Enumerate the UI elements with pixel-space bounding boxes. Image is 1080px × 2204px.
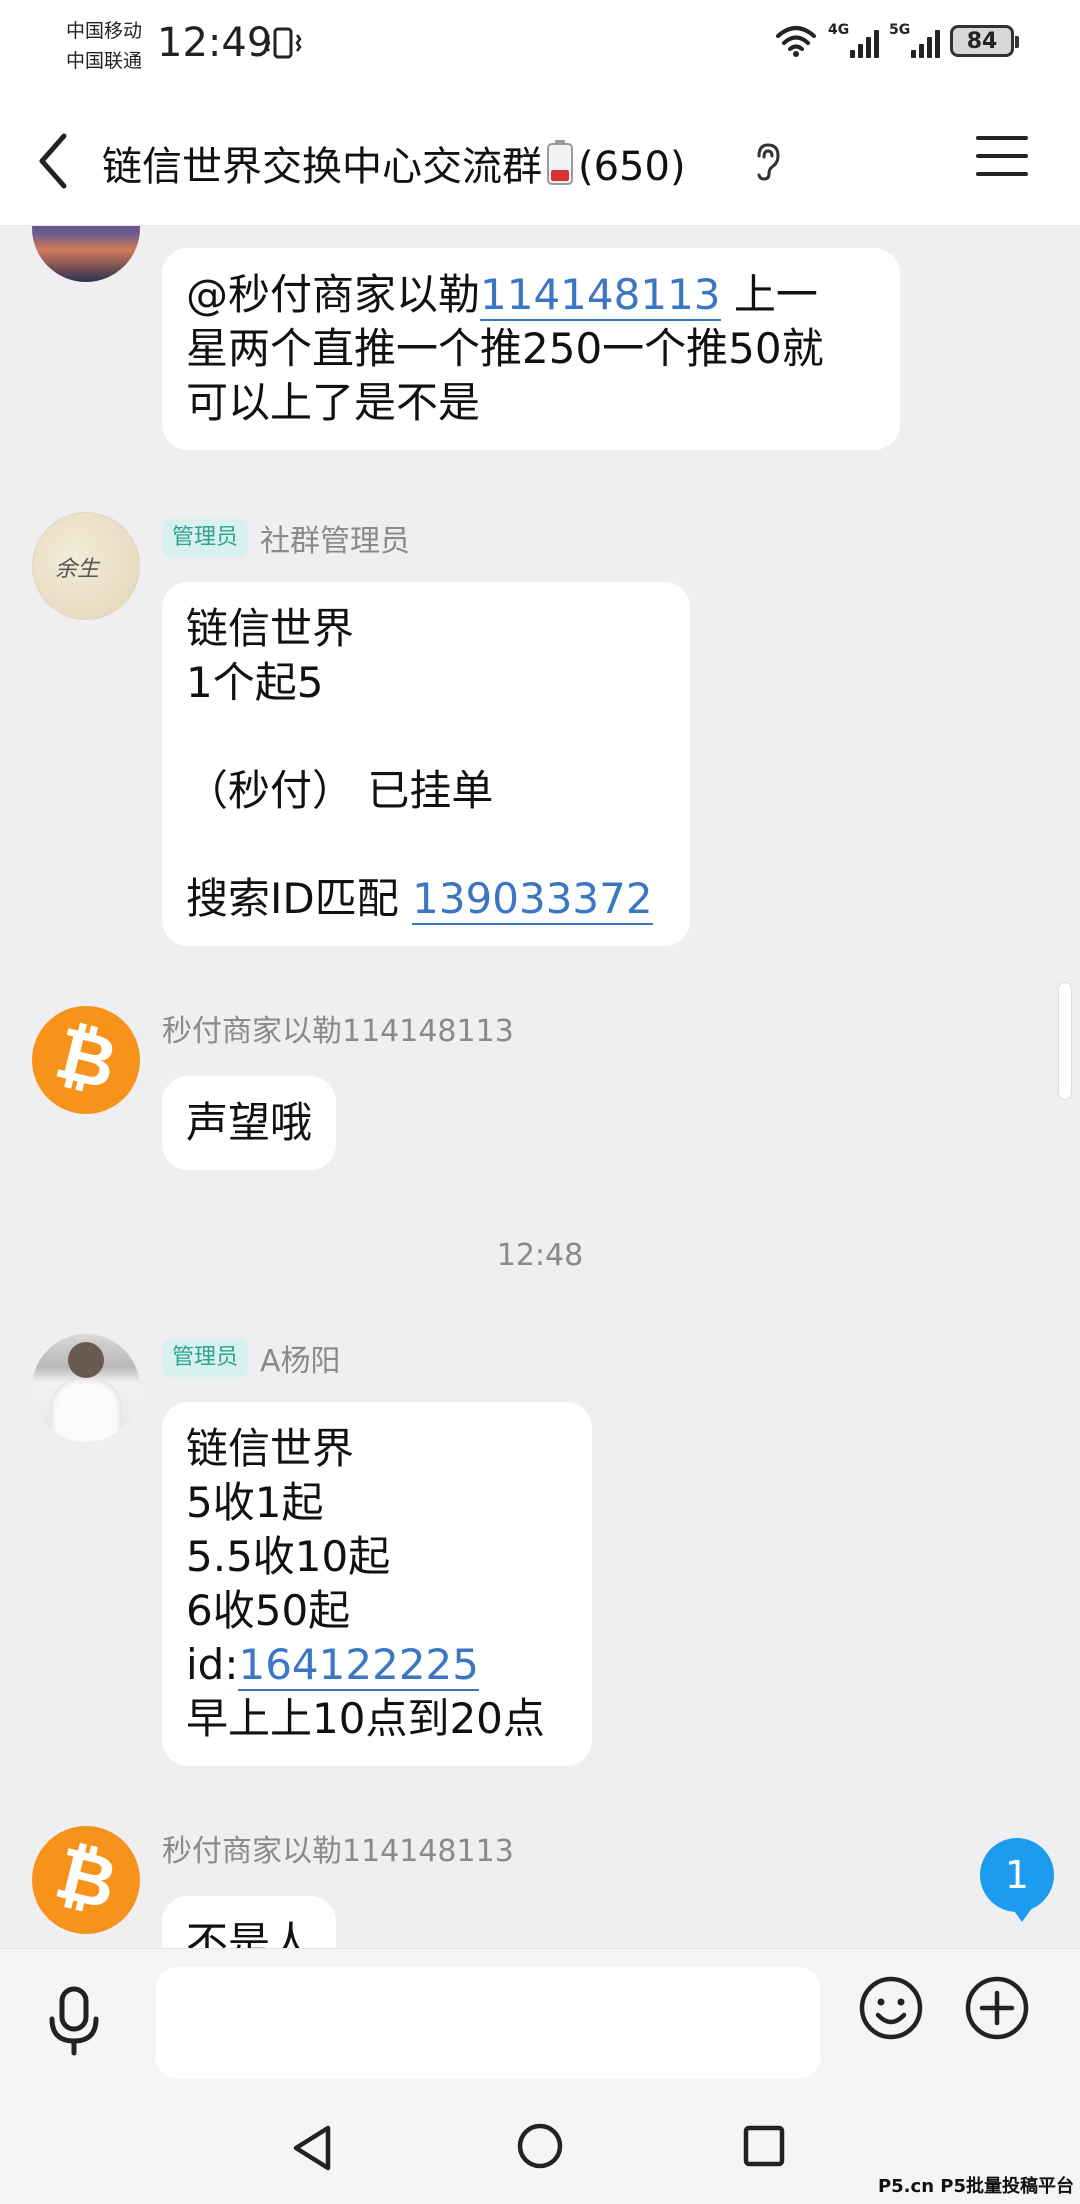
message-text: @秒付商家以勒 xyxy=(186,270,481,319)
message-text: 不是人 xyxy=(186,1918,313,1948)
message-bubble[interactable]: 链信世界 1个起5 （秒付） 已挂单 搜索ID匹配 139033372 xyxy=(162,582,690,946)
microphone-icon xyxy=(49,1986,99,2056)
message-bubble[interactable]: @秒付商家以勒114148113 上一 星两个直推一个推250一个推50就 可以… xyxy=(162,248,900,450)
ear-icon[interactable] xyxy=(752,142,782,182)
menu-icon-line xyxy=(976,172,1028,176)
carrier-2: 中国联通 xyxy=(66,50,143,72)
carrier-info: 中国移动 中国联通 xyxy=(66,16,142,76)
status-bar: 中国移动 中国联通 12:49 4G 5G 84 xyxy=(0,0,1080,96)
menu-button[interactable] xyxy=(976,136,1028,182)
message-link[interactable]: 114148113 xyxy=(480,270,721,321)
signal-4g-icon: 4G xyxy=(828,22,879,58)
nav-back-button[interactable] xyxy=(288,2122,336,2174)
signal-5g-icon: 5G xyxy=(889,22,940,58)
chat-area[interactable]: @秒付商家以勒114148113 上一 星两个直推一个推250一个推50就 可以… xyxy=(0,226,1080,1948)
square-recents-icon xyxy=(743,2125,785,2167)
group-name: 链信世界交换中心交流群 xyxy=(102,144,542,190)
status-time: 12:49 xyxy=(157,20,273,66)
sender-line: 管理员 A杨阳 xyxy=(162,1336,341,1380)
emoji-button[interactable] xyxy=(858,1975,924,2041)
battery-icon: 84 xyxy=(950,25,1019,57)
member-count: (650) xyxy=(578,144,686,190)
carrier-1: 中国移动 xyxy=(66,20,143,42)
net-5g-label: 5G xyxy=(889,22,911,38)
voice-button[interactable] xyxy=(44,1985,104,2057)
message-link[interactable]: 139033372 xyxy=(412,874,653,925)
watermark: P5.cn P5批量投稿平台 xyxy=(877,2176,1074,2197)
chevron-left-icon xyxy=(39,133,67,189)
avatar[interactable]: ₿ xyxy=(32,1006,140,1114)
time-separator: 12:48 xyxy=(496,1238,584,1273)
back-button[interactable] xyxy=(28,126,88,196)
sender-name: 社群管理员 xyxy=(260,524,411,559)
bitcoin-icon: ₿ xyxy=(47,1010,125,1106)
message-bubble[interactable]: 链信世界 5收1起 5.5收10起 6收50起 id:164122225 早上上… xyxy=(162,1402,592,1766)
message-link[interactable]: 164122225 xyxy=(238,1640,479,1691)
sender-line: 管理员 社群管理员 xyxy=(162,516,410,560)
net-4g-label: 4G xyxy=(828,22,850,38)
unread-count-badge[interactable]: 1 xyxy=(980,1838,1054,1922)
vibrate-icon xyxy=(262,26,304,68)
message-text: 声望哦 xyxy=(186,1098,313,1147)
avatar-signature: 余生 xyxy=(55,557,100,582)
avatar[interactable]: 余生 xyxy=(32,512,140,620)
group-title: 链信世界交换中心交流群 (650) xyxy=(102,134,686,192)
avatar[interactable] xyxy=(32,1334,140,1442)
system-icons: 4G 5G 84 xyxy=(774,22,1019,58)
menu-icon-line xyxy=(976,136,1028,140)
message-bubble[interactable]: 不是人 xyxy=(162,1896,337,1948)
message-bubble[interactable]: 声望哦 xyxy=(162,1076,337,1170)
menu-icon-line xyxy=(976,154,1028,158)
add-button[interactable] xyxy=(964,1975,1030,2041)
input-bar xyxy=(0,1948,1080,2088)
triangle-back-icon xyxy=(293,2125,331,2171)
circle-home-icon xyxy=(517,2123,563,2169)
message-input[interactable] xyxy=(156,1967,820,2079)
battery-emoji-icon xyxy=(547,140,573,185)
bitcoin-icon: ₿ xyxy=(47,1830,125,1926)
plus-circle-icon xyxy=(965,1976,1029,2040)
message-text: 早上上10点到20点 xyxy=(186,1694,545,1743)
smiley-icon xyxy=(859,1976,923,2040)
chat-header: 链信世界交换中心交流群 (650) xyxy=(0,96,1080,226)
nav-home-button[interactable] xyxy=(516,2122,564,2170)
wifi-icon xyxy=(776,26,816,57)
avatar[interactable]: ₿ xyxy=(32,1826,140,1934)
admin-badge: 管理员 xyxy=(162,519,249,557)
sender-name: A杨阳 xyxy=(260,1344,341,1379)
avatar[interactable] xyxy=(32,226,140,282)
sender-name: 秒付商家以勒114148113 xyxy=(162,1014,514,1049)
nav-recents-button[interactable] xyxy=(742,2124,786,2168)
scrollbar-thumb[interactable] xyxy=(1058,982,1072,1100)
sender-name: 秒付商家以勒114148113 xyxy=(162,1834,514,1869)
admin-badge: 管理员 xyxy=(162,1339,249,1377)
